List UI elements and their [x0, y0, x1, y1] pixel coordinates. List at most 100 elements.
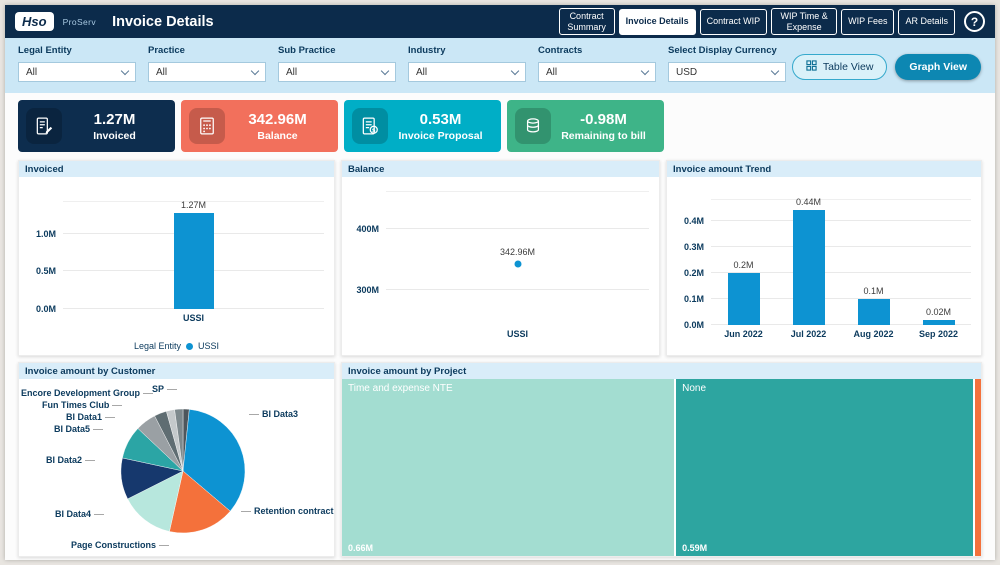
- chevron-down-icon: [640, 66, 650, 75]
- filter-dropdown-contracts[interactable]: All: [538, 62, 656, 82]
- kpi-card-remaining-to-bill[interactable]: -0.98M Remaining to bill: [507, 100, 664, 152]
- nav-contract-wip[interactable]: Contract WIP: [699, 8, 768, 35]
- treemap-tile-time-and-expense-nte[interactable]: Time and expense NTE 0.66M: [342, 379, 675, 556]
- filter-industry: Industry All: [408, 45, 526, 82]
- x-axis: USSI: [63, 313, 324, 325]
- top-bar: Hso ProServ Invoice Details Contract Sum…: [5, 5, 995, 38]
- kpi-card-balance[interactable]: 342.96M Balance: [181, 100, 338, 152]
- legend: Legal Entity USSI: [133, 341, 220, 351]
- panel-invoice-amount-by-customer: Invoice amount by Customer SP BI Data3 Ret…: [18, 362, 335, 557]
- kpi-card-invoiced[interactable]: 1.27M Invoiced: [18, 100, 175, 152]
- chevron-down-icon: [510, 66, 520, 75]
- bar-jun-2022[interactable]: [727, 272, 760, 325]
- filter-dropdown-industry[interactable]: All: [408, 62, 526, 82]
- filter-practice: Practice All: [148, 45, 266, 82]
- panel-invoiced: Invoiced 1.0M 0.5M 0.0M 1.27M USSI Legal Enti…: [18, 160, 335, 356]
- filter-legal-entity: Legal Entity All: [18, 45, 136, 82]
- panel-title-by-project: Invoice amount by Project: [342, 363, 981, 379]
- plot-area: 0.4M 0.3M 0.2M 0.1M 0.0M 0.2M 0.44M 0.1M 0.02M: [684, 197, 971, 330]
- data-point-ussi[interactable]: [514, 260, 521, 268]
- nav-ar-details[interactable]: AR Details: [898, 8, 955, 35]
- x-category-label: Jul 2022: [790, 329, 827, 339]
- filter-value: All: [416, 66, 428, 78]
- x-category-label: Sep 2022: [918, 329, 959, 339]
- kpi-label: Invoiced: [93, 129, 136, 142]
- plot-area: 400M 300M 342.96M: [356, 191, 649, 321]
- treemap-tile-none[interactable]: None 0.59M: [676, 379, 973, 556]
- filter-value: All: [26, 66, 38, 78]
- balance-icon: [189, 108, 225, 144]
- tile-value: 0.59M: [682, 543, 708, 553]
- panel-title-invoiced: Invoiced: [19, 161, 334, 177]
- filter-contracts: Contracts All: [538, 45, 656, 82]
- kpi-value: 0.53M: [419, 110, 462, 128]
- filter-dropdown-practice[interactable]: All: [148, 62, 266, 82]
- pie-label-bi-data4: BI Data4: [55, 509, 104, 519]
- y-tick-label: 0.3M: [683, 241, 704, 252]
- chevron-down-icon: [120, 66, 130, 75]
- y-tick-label: 0.0M: [683, 320, 704, 330]
- filter-select-display-currency: Select Display Currency USD: [668, 45, 786, 82]
- treemap-tile-small[interactable]: [974, 379, 981, 556]
- bar-value-label: 0.02M: [925, 306, 952, 317]
- filter-label: Sub Practice: [278, 45, 336, 56]
- bar-ussi[interactable]: [173, 213, 214, 309]
- pie-label-bi-data2: BI Data2: [46, 455, 95, 465]
- pie-label-bi-data3: BI Data3: [249, 409, 298, 419]
- bar-aug-2022[interactable]: [857, 298, 890, 325]
- gridline: [711, 219, 971, 221]
- panel-body-invoiced: 1.0M 0.5M 0.0M 1.27M USSI Legal Entity USSI: [19, 177, 334, 355]
- y-tick-label: 0.1M: [683, 293, 704, 304]
- filter-dropdown-sub-practice[interactable]: All: [278, 62, 396, 82]
- pie-chart: [120, 408, 246, 534]
- plot-area: 1.0M 0.5M 0.0M 1.27M: [36, 200, 324, 314]
- filter-value: All: [286, 66, 298, 78]
- bar-sep-2022[interactable]: [922, 319, 955, 325]
- kpi-value: -0.98M: [580, 110, 627, 128]
- remaining-icon: [515, 108, 551, 144]
- nav-contract-summary[interactable]: Contract Summary: [558, 7, 615, 36]
- filter-dropdown-legal-entity[interactable]: All: [18, 62, 136, 82]
- panel-balance: Balance 400M 300M 342.96M USSI: [341, 160, 660, 356]
- pie-label-page-constructions: Page Constructions: [71, 540, 169, 550]
- kpi-card-invoice-proposal[interactable]: $0.53M Invoice Proposal: [344, 100, 501, 152]
- point-value-label: 342.96M: [499, 246, 536, 257]
- graph-view-button[interactable]: Graph View: [895, 54, 981, 80]
- page-title: Invoice Details: [112, 13, 214, 30]
- panel-invoice-amount-trend: Invoice amount Trend 0.4M 0.3M 0.2M 0.1M 0.0…: [666, 160, 982, 356]
- filter-value: All: [156, 66, 168, 78]
- gridline: [386, 227, 649, 229]
- bar-jul-2022[interactable]: [792, 210, 825, 325]
- filter-list: Legal Entity All Practice All Sub Practice Al…: [18, 45, 786, 82]
- tile-value: 0.66M: [348, 543, 374, 553]
- proposal-icon: $: [352, 108, 388, 144]
- chevron-down-icon: [250, 66, 260, 75]
- panel-invoice-amount-by-project: Invoice amount by Project Time and expen…: [341, 362, 982, 557]
- y-tick-label: 400M: [356, 223, 379, 234]
- panel-body-by-project: Time and expense NTE 0.66M None 0.59M: [342, 379, 981, 556]
- pie-label-sp: SP: [152, 384, 177, 394]
- kpi-row: 1.27M Invoiced 342.96M Balance $0.53M Invoice…: [18, 100, 664, 152]
- nav-wip-time-expense[interactable]: WIP Time & Expense: [771, 7, 838, 36]
- bar-value-label: 0.2M: [733, 259, 754, 270]
- bar-value-label: 0.44M: [795, 197, 822, 208]
- chevron-down-icon: [770, 66, 780, 75]
- nav-wip-fees[interactable]: WIP Fees: [841, 8, 895, 35]
- nav-invoice-details[interactable]: Invoice Details: [618, 8, 696, 35]
- pie-label-bi-data5: BI Data5: [54, 424, 103, 434]
- dashboard: Hso ProServ Invoice Details Contract Sum…: [5, 5, 995, 560]
- filter-sub-practice: Sub Practice All: [278, 45, 396, 82]
- top-nav: Contract Summary Invoice Details Contract …: [558, 7, 955, 36]
- pie-label-encore-development-group: Encore Development Group: [21, 388, 153, 398]
- graph-view-label: Graph View: [909, 61, 967, 73]
- panel-title-by-customer: Invoice amount by Customer: [19, 363, 334, 379]
- x-axis: USSI: [386, 329, 649, 341]
- hso-logo: Hso: [15, 12, 54, 31]
- panel-body-trend: 0.4M 0.3M 0.2M 0.1M 0.0M 0.2M 0.44M 0.1M 0.02M Ju…: [667, 177, 981, 355]
- filter-label: Contracts: [538, 45, 583, 56]
- filter-value: All: [546, 66, 558, 78]
- filter-dropdown-select-display-currency[interactable]: USD: [668, 62, 786, 82]
- table-view-button[interactable]: Table View: [791, 54, 888, 80]
- help-button[interactable]: ?: [964, 11, 985, 32]
- filter-label: Select Display Currency: [668, 45, 777, 56]
